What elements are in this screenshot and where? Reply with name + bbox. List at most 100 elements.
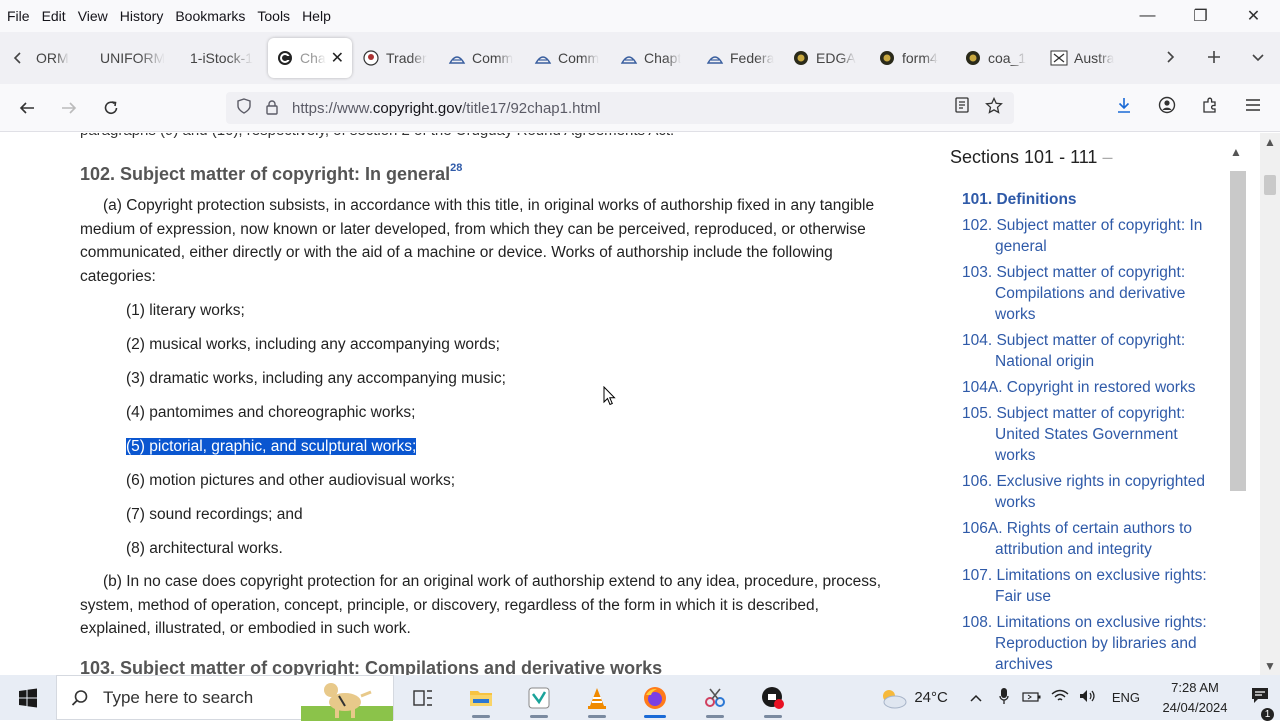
sidebar-scrollbar[interactable]: ▲ xyxy=(1228,143,1248,673)
tab-chapter[interactable]: Chapt xyxy=(612,38,698,78)
close-window-button[interactable]: ✕ xyxy=(1227,0,1280,32)
forward-button[interactable] xyxy=(48,92,90,124)
url-text[interactable]: https://www.copyright.gov/title17/92chap… xyxy=(292,100,601,117)
menu-edit[interactable]: Edit xyxy=(37,8,71,24)
snipping-tool-taskbar-button[interactable] xyxy=(686,675,744,720)
sidebar-item-107[interactable]: 107. Limitations on exclusive rights: Fa… xyxy=(962,565,1217,607)
volume-tray-button[interactable] xyxy=(1074,689,1102,706)
category-pictorial-works-selected: (5) pictorial, graphic, and sculptural w… xyxy=(126,438,417,455)
tab-uniform[interactable]: UNIFORM xyxy=(92,38,182,78)
recorder-taskbar-button[interactable] xyxy=(744,675,802,720)
mouse-cursor-icon xyxy=(603,386,616,406)
tabs-scroll-left-button[interactable] xyxy=(0,38,36,78)
reader-view-icon xyxy=(955,96,969,113)
tab-comm-2[interactable]: Comm xyxy=(526,38,612,78)
tabs-scroll-right-button[interactable] xyxy=(1148,48,1192,69)
list-all-tabs-button[interactable] xyxy=(1236,48,1280,69)
sidebar-item-102[interactable]: 102. Subject matter of copyright: In gen… xyxy=(962,215,1217,257)
sidebar-item-106a[interactable]: 106A. Rights of certain authors to attri… xyxy=(962,518,1217,560)
microphone-tray-button[interactable] xyxy=(990,687,1018,708)
menu-help[interactable]: Help xyxy=(297,8,336,24)
task-view-button[interactable] xyxy=(394,675,452,720)
close-tab-icon[interactable]: ✕ xyxy=(331,48,344,68)
app-menu-button[interactable] xyxy=(1231,96,1274,119)
account-icon xyxy=(1158,96,1175,114)
tab-label: form4 xyxy=(902,50,938,66)
page-scroll-up-arrow-icon[interactable]: ▲ xyxy=(1264,135,1276,149)
collapse-dash[interactable]: – xyxy=(1102,147,1112,167)
sec-seal-icon xyxy=(878,49,896,67)
battery-tray-button[interactable] xyxy=(1018,690,1046,706)
notification-center-button[interactable]: 1 xyxy=(1240,686,1280,721)
file-explorer-taskbar-button[interactable] xyxy=(452,675,510,720)
tab-istock[interactable]: 1-iStock-1 xyxy=(182,38,266,78)
restore-button[interactable]: ❐ xyxy=(1174,0,1227,32)
weather-widget[interactable]: 24°C xyxy=(878,687,948,709)
running-indicator xyxy=(530,715,548,718)
chevron-down-icon xyxy=(1252,53,1264,61)
tab-copyright-chapter[interactable]: Cha ✕ xyxy=(268,38,352,78)
show-hidden-icons-button[interactable] xyxy=(962,690,990,706)
wifi-tray-button[interactable] xyxy=(1046,689,1074,706)
chevron-up-icon xyxy=(970,694,982,702)
tracking-protection-shield-icon[interactable] xyxy=(234,98,254,118)
sidebar-item-105[interactable]: 105. Subject matter of copyright: United… xyxy=(962,403,1217,466)
page-scroll-down-arrow-icon[interactable]: ▼ xyxy=(1264,659,1276,673)
reader-view-button[interactable] xyxy=(946,96,978,120)
tab-form4[interactable]: form4 xyxy=(870,38,956,78)
tab-edgar[interactable]: EDGA xyxy=(784,38,870,78)
sidebar-item-106[interactable]: 106. Exclusive rights in copyrighted wor… xyxy=(962,471,1217,513)
tab-comm-1[interactable]: Comm xyxy=(440,38,526,78)
start-button[interactable] xyxy=(0,675,56,720)
footnote-28-link[interactable]: 28 xyxy=(450,162,462,174)
tab-label: UNIFORM xyxy=(100,50,166,66)
section-102-title: 102. Subject matter of copyright: In gen… xyxy=(80,164,451,184)
menu-tools[interactable]: Tools xyxy=(252,8,295,24)
record-app-icon xyxy=(762,686,784,709)
sidebar-item-104a[interactable]: 104A. Copyright in restored works xyxy=(962,377,1217,398)
downloads-button[interactable] xyxy=(1102,96,1145,119)
vlc-taskbar-button[interactable] xyxy=(568,675,626,720)
sec-seal-icon xyxy=(964,49,982,67)
menu-view[interactable]: View xyxy=(73,8,113,24)
sidebar-item-103[interactable]: 103. Subject matter of copyright: Compil… xyxy=(962,262,1217,325)
gov-crest-icon xyxy=(620,49,638,67)
puzzle-piece-icon xyxy=(1202,97,1216,113)
folder-icon xyxy=(470,690,492,706)
input-language-indicator[interactable]: ENG xyxy=(1112,690,1140,705)
menu-file[interactable]: File xyxy=(2,8,35,24)
new-tab-button[interactable] xyxy=(1192,48,1236,69)
sidebar-item-104[interactable]: 104. Subject matter of copyright: Nation… xyxy=(962,330,1217,372)
firefox-taskbar-button[interactable] xyxy=(626,675,684,720)
tab-coa[interactable]: coa_1 xyxy=(956,38,1042,78)
menu-history[interactable]: History xyxy=(115,8,169,24)
page-scrollbar[interactable]: ▲ ▼ xyxy=(1260,133,1280,675)
tab-australia[interactable]: Austra xyxy=(1042,38,1128,78)
url-path: /title17/92chap1.html xyxy=(462,99,601,117)
bookmark-star-button[interactable] xyxy=(978,96,1010,120)
account-button[interactable] xyxy=(1145,96,1188,119)
extensions-button[interactable] xyxy=(1188,96,1231,119)
search-placeholder: Type here to search xyxy=(103,687,254,707)
tab-trader[interactable]: Trader xyxy=(354,38,440,78)
taskbar-search-box[interactable]: Type here to search xyxy=(56,675,394,721)
sidebar-item-108[interactable]: 108. Limitations on exclusive rights: Re… xyxy=(962,612,1217,675)
back-button[interactable] xyxy=(6,92,48,124)
tab-orm[interactable]: ORM xyxy=(36,38,92,78)
minimize-button[interactable]: — xyxy=(1121,0,1174,32)
category-literary-works: (1) literary works; xyxy=(126,302,245,319)
scroll-up-arrow-icon[interactable]: ▲ xyxy=(1230,145,1242,159)
system-tray: 24°C ENG 7:28 AM 24/04/2024 1 xyxy=(878,675,1280,721)
menu-bookmarks[interactable]: Bookmarks xyxy=(170,8,250,24)
tab-federal[interactable]: Federa xyxy=(698,38,784,78)
page-scroll-thumb[interactable] xyxy=(1264,175,1276,195)
taskbar-clock[interactable]: 7:28 AM 24/04/2024 xyxy=(1150,678,1240,718)
star-icon xyxy=(985,96,1003,114)
lock-icon[interactable] xyxy=(264,99,280,118)
xero-taskbar-button[interactable] xyxy=(510,675,568,720)
address-bar[interactable]: https://www.copyright.gov/title17/92chap… xyxy=(226,92,1014,124)
sidebar-scroll-thumb[interactable] xyxy=(1230,171,1246,491)
sidebar-item-101[interactable]: 101. Definitions xyxy=(962,189,1217,210)
page-actions xyxy=(946,96,1010,120)
reload-button[interactable] xyxy=(90,92,132,124)
